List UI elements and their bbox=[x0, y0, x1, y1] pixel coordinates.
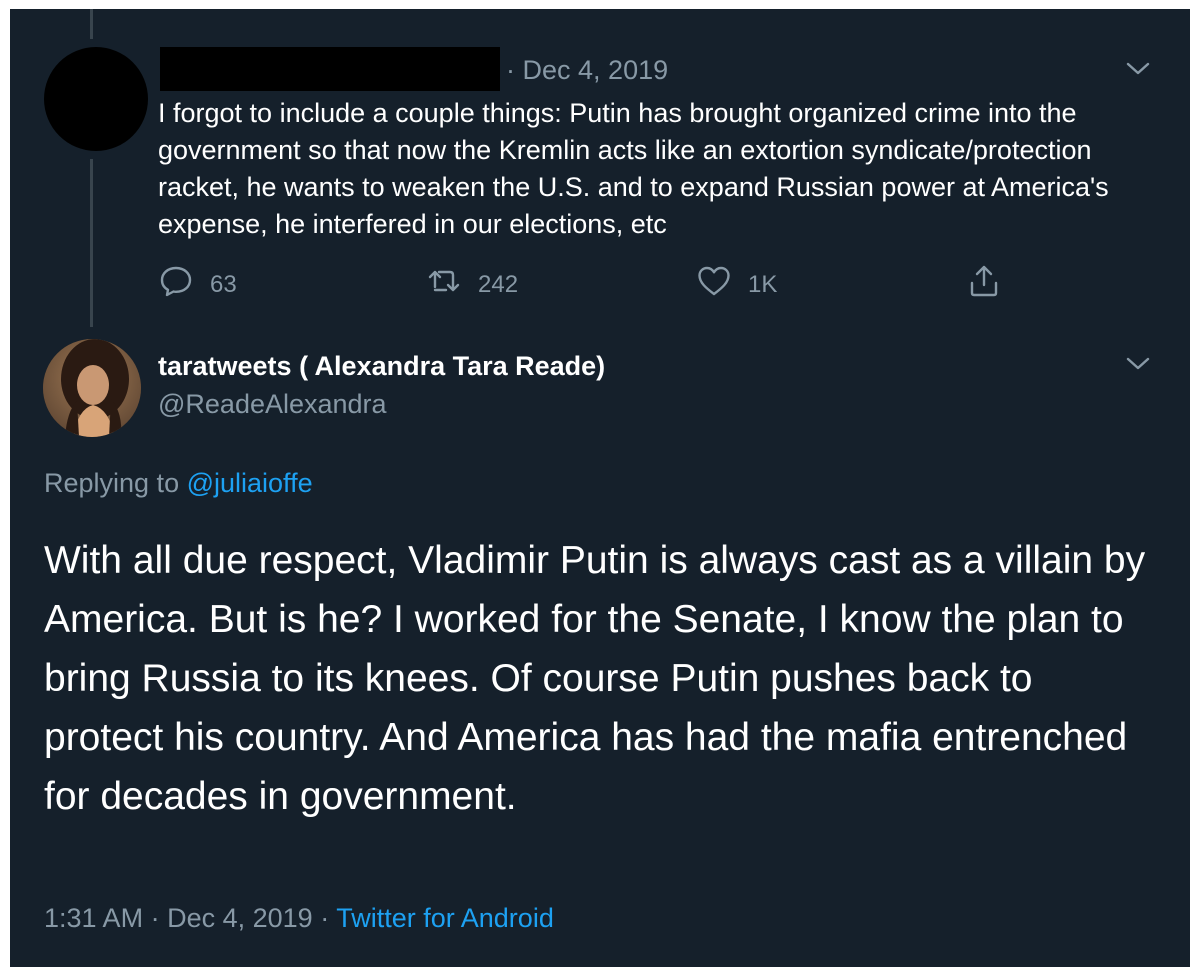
replying-to: Replying to @juliaioffe bbox=[44, 468, 313, 499]
tweet-meta: 1:31 AM · Dec 4, 2019 · Twitter for Andr… bbox=[44, 903, 554, 934]
separator: · bbox=[150, 903, 160, 933]
thread-line-bottom bbox=[90, 159, 93, 327]
tweet-thread: · Dec 4, 2019 I forgot to include a coup… bbox=[10, 9, 1190, 967]
separator: · bbox=[320, 903, 330, 933]
parent-tweet-text: I forgot to include a couple things: Put… bbox=[158, 98, 1109, 239]
thread-line-top bbox=[90, 9, 93, 39]
heart-icon bbox=[696, 263, 732, 306]
retweet-count: 242 bbox=[478, 270, 519, 298]
parent-tweet-actions: 63 242 1K bbox=[158, 263, 1038, 303]
chevron-down-icon[interactable] bbox=[1124, 355, 1152, 373]
mention-link[interactable]: @juliaioffe bbox=[187, 468, 313, 498]
redacted-avatar[interactable] bbox=[44, 47, 148, 151]
like-count: 1K bbox=[748, 270, 778, 298]
parent-tweet-date[interactable]: · Dec 4, 2019 bbox=[506, 55, 668, 86]
display-name[interactable]: taratweets ( Alexandra Tara Reade) bbox=[158, 351, 605, 382]
redacted-name bbox=[160, 47, 500, 91]
reply-button[interactable]: 63 bbox=[158, 263, 237, 306]
share-button[interactable] bbox=[966, 263, 1002, 306]
chevron-down-icon[interactable] bbox=[1124, 60, 1152, 78]
tweet-time[interactable]: 1:31 AM bbox=[44, 903, 143, 933]
reply-icon bbox=[158, 263, 194, 306]
separator: · bbox=[506, 55, 515, 85]
retweet-button[interactable]: 242 bbox=[426, 263, 518, 306]
share-icon bbox=[966, 263, 1002, 306]
like-button[interactable]: 1K bbox=[696, 263, 777, 306]
avatar[interactable] bbox=[43, 339, 141, 437]
replying-label: Replying to bbox=[44, 468, 180, 498]
date-text: Dec 4, 2019 bbox=[522, 55, 669, 85]
retweet-icon bbox=[426, 263, 462, 306]
user-handle[interactable]: @ReadeAlexandra bbox=[158, 389, 387, 420]
tweet-source-link[interactable]: Twitter for Android bbox=[336, 903, 554, 933]
reply-count: 63 bbox=[210, 270, 237, 298]
main-tweet-text: With all due respect, Vladimir Putin is … bbox=[44, 539, 1146, 818]
tweet-date[interactable]: Dec 4, 2019 bbox=[167, 903, 313, 933]
